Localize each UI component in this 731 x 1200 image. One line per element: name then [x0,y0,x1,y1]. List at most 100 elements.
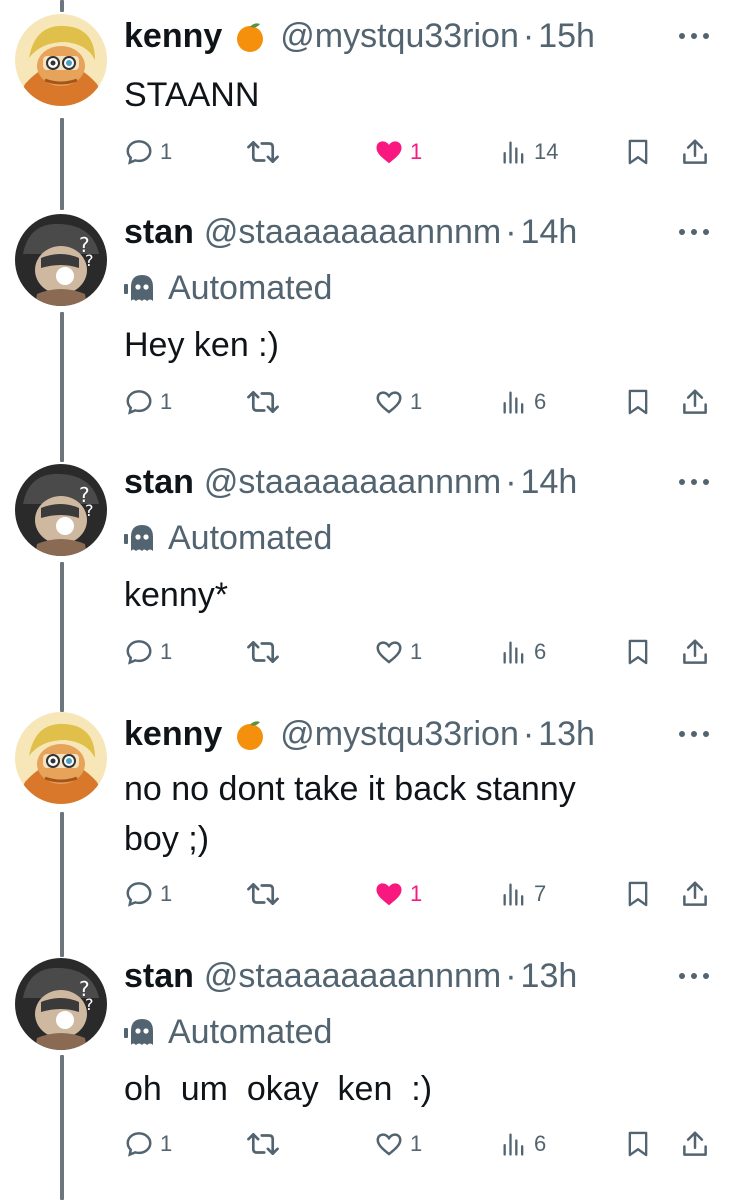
like-count: 1 [410,389,423,414]
avatar[interactable] [15,712,107,804]
separator-dot: · [522,715,535,753]
svg-text:?: ? [85,501,94,520]
like-count: 1 [410,639,423,664]
share-button[interactable] [680,632,710,672]
separator-dot: · [505,213,517,251]
display-name[interactable]: kenny [124,14,222,58]
retweet-icon [247,1132,279,1156]
stan-avatar-image: ? ? [15,464,107,556]
like-button[interactable]: 1 [374,874,422,914]
bookmark-icon [628,389,648,415]
reply-count: 1 [160,1131,173,1156]
reply-icon [126,882,152,907]
user-handle[interactable]: @staaaaaaaannnm [204,954,501,998]
display-name[interactable]: stan [124,954,194,998]
bookmark-button[interactable] [624,632,652,672]
bookmark-icon [628,139,648,165]
more-options-icon[interactable] [679,470,709,494]
orange-emoji-icon [234,20,266,52]
user-handle[interactable]: @mystqu33rion [280,712,519,756]
reply-button[interactable]: 1 [124,382,172,422]
reply-button[interactable]: 1 [124,632,172,672]
view-count: 6 [534,389,547,414]
display-name[interactable]: stan [124,210,194,254]
bookmark-button[interactable] [624,874,652,914]
retweet-button[interactable] [246,632,280,672]
retweet-icon [247,140,279,164]
bookmark-icon [628,639,648,665]
share-button[interactable] [680,382,710,422]
timestamp[interactable]: 13h [521,954,578,998]
automated-label: Automated [168,1013,333,1051]
timestamp[interactable]: 13h [538,712,595,756]
automated-label: Automated [168,269,333,307]
timestamp[interactable]: 15h [538,14,595,58]
avatar[interactable] [15,14,107,106]
views-chart-icon [503,883,524,906]
reply-button[interactable]: 1 [124,1124,172,1164]
bookmark-button[interactable] [624,1124,652,1164]
more-options-icon[interactable] [679,722,709,746]
automated-label: Automated [168,519,333,557]
avatar[interactable]: ? ? [15,214,107,306]
reply-count: 1 [160,389,173,414]
tweet-header: kenny @mystqu33rion · 15h [124,14,595,58]
share-icon [683,389,707,414]
bookmark-button[interactable] [624,132,652,172]
like-count: 1 [410,1131,423,1156]
timestamp[interactable]: 14h [521,210,578,254]
user-handle[interactable]: @mystqu33rion [280,14,519,58]
avatar[interactable]: ? ? [15,464,107,556]
more-options-icon[interactable] [679,220,709,244]
views-chart-icon [503,141,524,164]
share-button[interactable] [680,1124,710,1164]
avatar[interactable]: ? ? [15,958,107,1050]
display-name[interactable]: stan [124,460,194,504]
timestamp[interactable]: 14h [521,460,578,504]
retweet-button[interactable] [246,382,280,422]
retweet-button[interactable] [246,1124,280,1164]
bookmark-icon [628,1131,648,1157]
user-handle[interactable]: @staaaaaaaannnm [204,210,501,254]
automated-badge: Automated [124,1010,332,1054]
views-button[interactable]: 6 [500,382,546,422]
reply-icon [126,1132,152,1157]
like-button[interactable]: 1 [374,132,422,172]
heart-icon [376,641,402,664]
automated-badge: Automated [124,516,332,560]
views-button[interactable]: 6 [500,632,546,672]
thread-line [60,312,64,462]
bookmark-icon [628,881,648,907]
svg-text:?: ? [85,251,94,270]
views-button[interactable]: 6 [500,1124,546,1164]
views-button[interactable]: 14 [500,132,558,172]
display-name[interactable]: kenny [124,712,222,756]
view-count: 14 [534,139,559,164]
like-count: 1 [410,881,423,906]
retweet-button[interactable] [246,132,280,172]
views-button[interactable]: 7 [500,874,546,914]
thread-line [60,562,64,712]
like-button[interactable]: 1 [374,632,422,672]
heart-filled-icon [376,883,402,906]
share-button[interactable] [680,874,710,914]
tweet-header: kenny @mystqu33rion · 13h [124,712,595,756]
share-button[interactable] [680,132,710,172]
reply-button[interactable]: 1 [124,874,172,914]
kenny-avatar-image [15,14,107,106]
like-count: 1 [410,139,423,164]
separator-dot: · [505,957,517,995]
tweet-text: STAANN [124,76,260,114]
retweet-button[interactable] [246,874,280,914]
like-button[interactable]: 1 [374,1124,422,1164]
more-options-icon[interactable] [679,964,709,988]
bookmark-button[interactable] [624,382,652,422]
reply-count: 1 [160,639,173,664]
user-handle[interactable]: @staaaaaaaannnm [204,460,501,504]
bot-icon [124,525,153,551]
share-icon [683,639,707,664]
reply-button[interactable]: 1 [124,132,172,172]
more-options-icon[interactable] [679,24,709,48]
reply-icon [126,140,152,165]
like-button[interactable]: 1 [374,382,422,422]
